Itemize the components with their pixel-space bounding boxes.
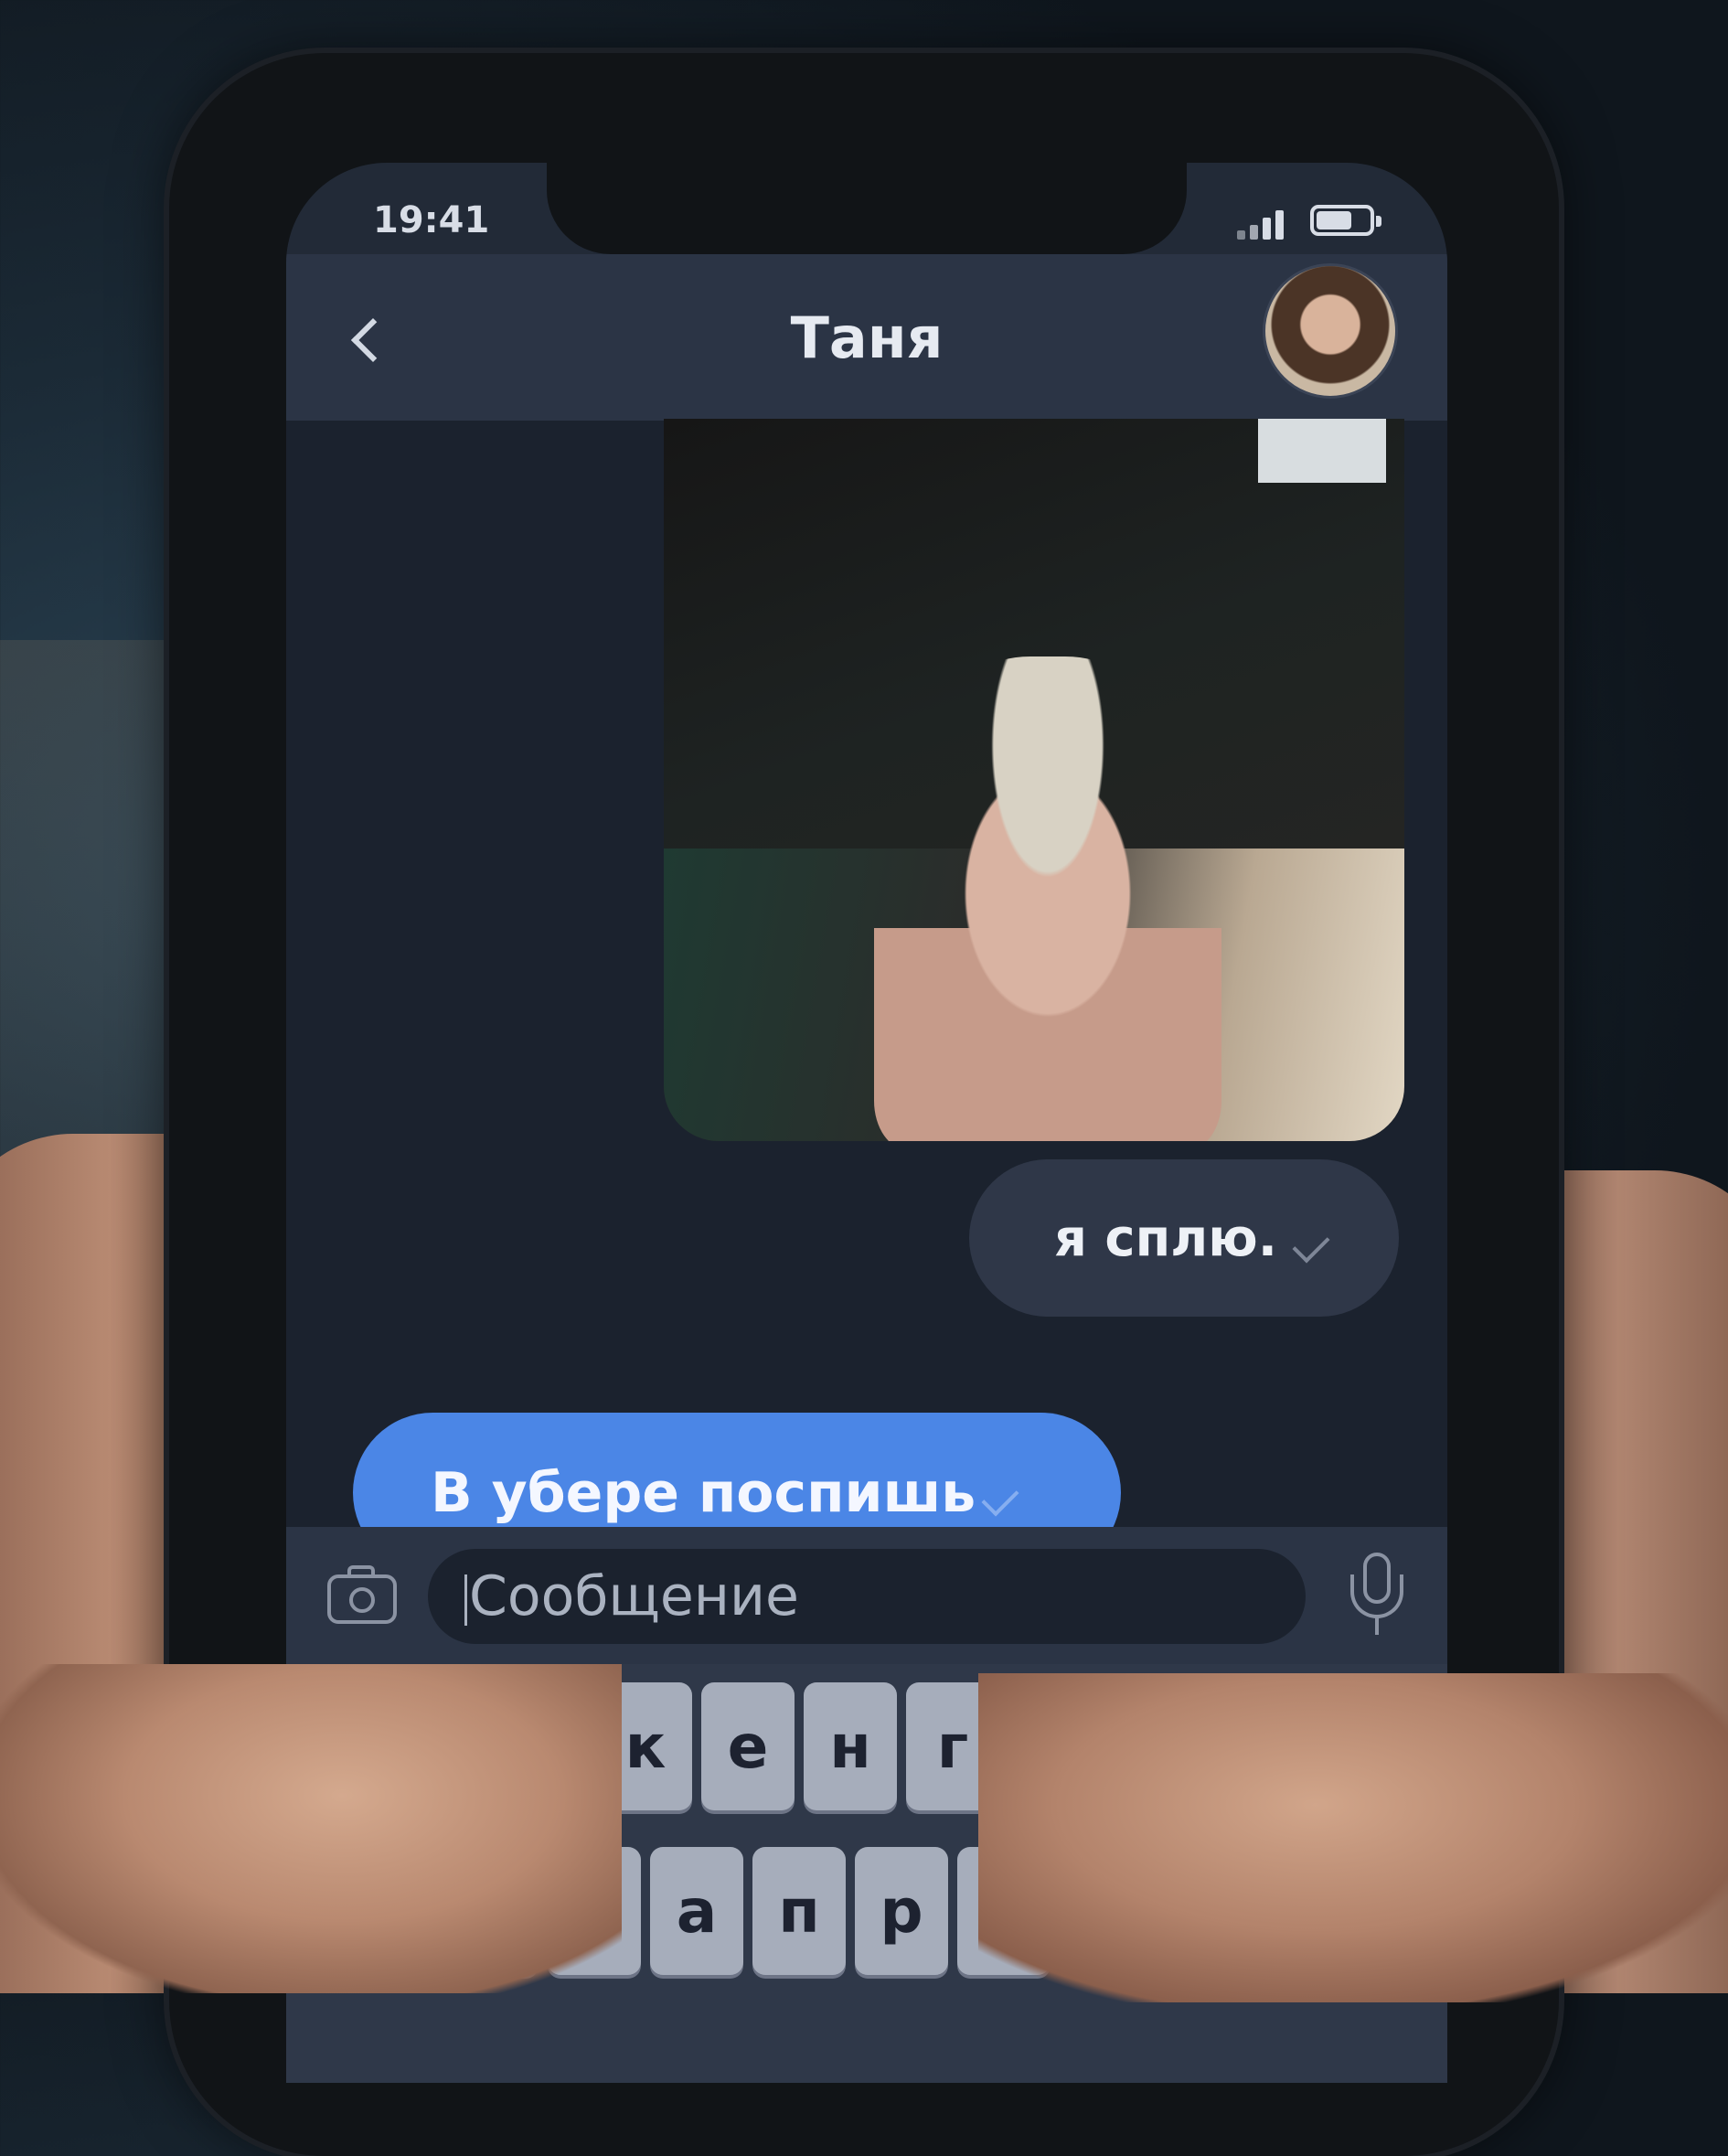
key[interactable]: е [701,1682,795,1810]
microphone-icon[interactable] [1345,1553,1409,1640]
cellular-signal-icon [1237,207,1292,240]
message-composer [286,1527,1447,1664]
message-text: В убере поспишь [431,1460,976,1525]
photo-person [874,656,1221,1141]
battery-icon [1310,205,1381,236]
left-thumb [0,1664,622,1993]
status-time: 19:41 [373,199,490,241]
camera-icon[interactable] [327,1564,400,1626]
right-thumb [978,1673,1728,2002]
text-cursor [464,1574,467,1626]
message-input[interactable] [428,1549,1306,1644]
key[interactable]: п [752,1847,846,1975]
outgoing-message-bubble[interactable]: я сплю. [969,1159,1399,1317]
contact-avatar[interactable] [1263,263,1398,399]
key[interactable]: н [804,1682,897,1810]
message-list[interactable]: я сплю. В убере поспишь [286,419,1447,1573]
message-text: я сплю. [1053,1208,1278,1268]
notch [547,163,1187,254]
photo-lamp [1258,419,1386,483]
key[interactable]: а [650,1847,743,1975]
checkmark-icon [981,1478,1019,1517]
photo-message[interactable] [664,419,1404,1141]
checkmark-icon [1292,1225,1330,1264]
key[interactable]: р [855,1847,948,1975]
chat-header: Таня [286,254,1447,421]
